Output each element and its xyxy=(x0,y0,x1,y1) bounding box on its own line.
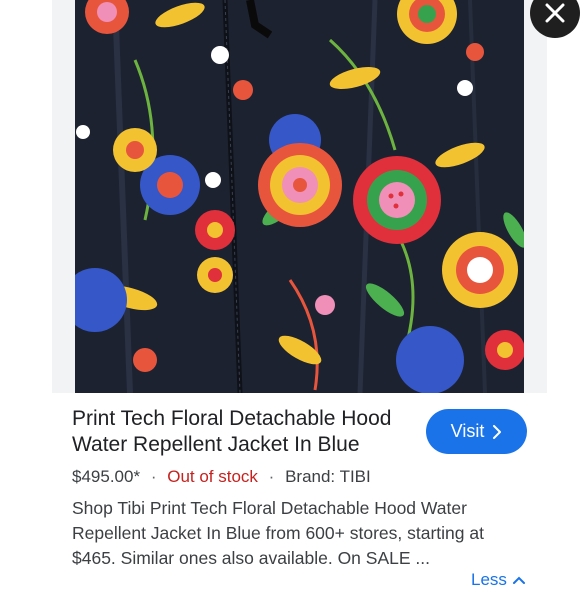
meta-separator: · xyxy=(268,467,275,486)
chevron-up-icon xyxy=(512,576,525,584)
product-image[interactable] xyxy=(75,0,524,393)
stock-status: Out of stock xyxy=(167,467,258,486)
close-button[interactable] xyxy=(530,0,580,38)
close-icon xyxy=(545,3,565,23)
product-title[interactable]: Print Tech Floral Detachable Hood Water … xyxy=(72,406,412,458)
meta-separator: · xyxy=(150,467,157,486)
less-button[interactable]: Less xyxy=(471,570,525,590)
visit-button-label: Visit xyxy=(450,421,485,441)
brand: Brand: TIBI xyxy=(285,467,371,486)
visit-button[interactable]: Visit xyxy=(426,409,527,454)
chevron-right-icon xyxy=(493,424,502,439)
product-description: Shop Tibi Print Tech Floral Detachable H… xyxy=(72,498,484,568)
product-meta: $495.00* · Out of stock · Brand: TIBI xyxy=(72,466,371,488)
product-image-panel xyxy=(52,0,580,393)
less-label: Less xyxy=(471,570,507,589)
price: $495.00* xyxy=(72,467,141,486)
